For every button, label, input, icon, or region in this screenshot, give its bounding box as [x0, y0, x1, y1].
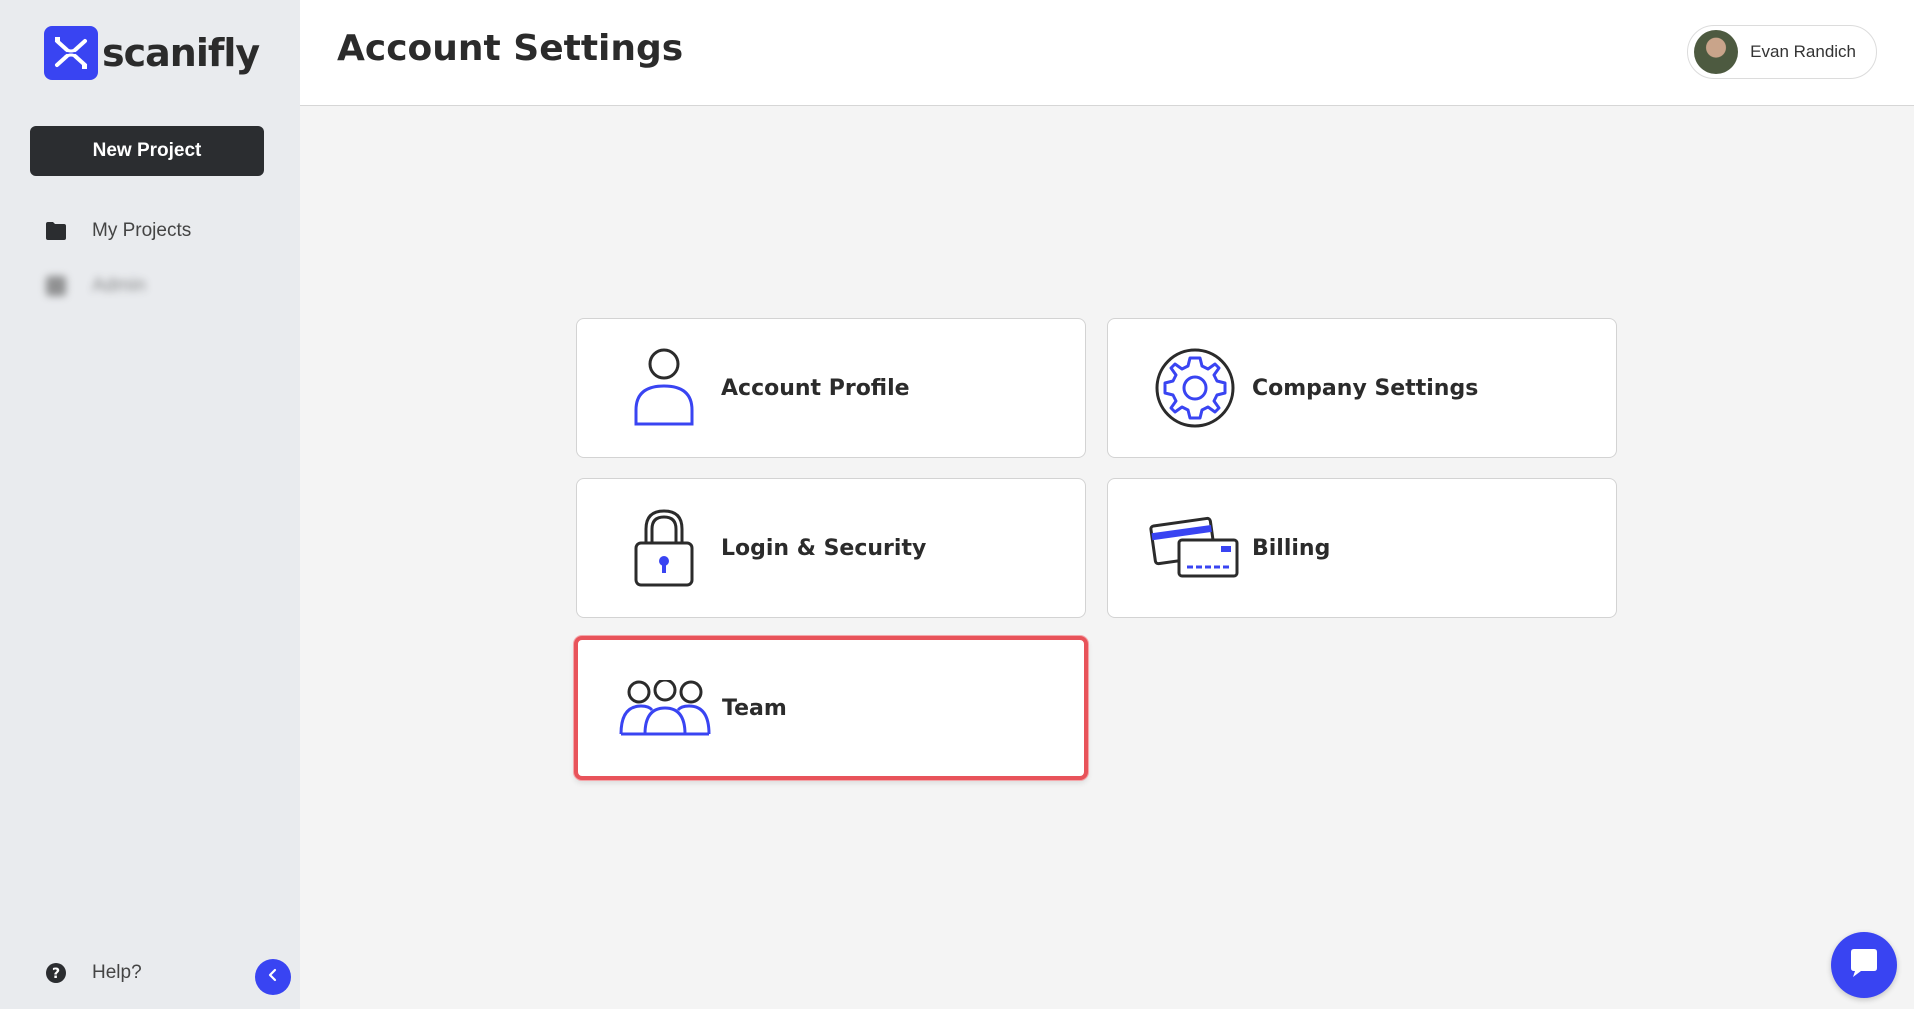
page-title: Account Settings — [337, 28, 684, 69]
login-security-card[interactable]: Login & Security — [576, 478, 1086, 618]
new-project-button[interactable]: New Project — [30, 126, 264, 176]
team-icon — [618, 680, 712, 736]
user-name: Evan Randich — [1750, 42, 1856, 61]
account-profile-card[interactable]: Account Profile — [576, 318, 1086, 458]
card-label: Account Profile — [721, 375, 910, 401]
help-label: Help? — [92, 962, 142, 983]
card-label: Billing — [1252, 535, 1331, 561]
gear-icon — [1148, 348, 1242, 428]
chevron-left-icon — [265, 967, 281, 988]
avatar — [1694, 30, 1739, 74]
user-icon — [617, 348, 711, 428]
header: Account Settings Evan Randich — [300, 0, 1914, 106]
folder-icon — [44, 219, 68, 243]
billing-card[interactable]: Billing — [1107, 478, 1617, 618]
sidebar-item-my-projects[interactable]: My Projects — [44, 219, 191, 243]
card-label: Login & Security — [721, 535, 927, 561]
svg-text:?: ? — [52, 966, 60, 982]
user-menu[interactable]: Evan Randich — [1687, 25, 1877, 79]
sidebar: scanifly New Project My Projects Admin ?… — [0, 0, 300, 1009]
help-icon: ? — [44, 961, 68, 985]
scanifly-logo-icon — [44, 26, 98, 80]
sidebar-item-admin[interactable]: Admin — [44, 274, 146, 298]
lock-icon — [617, 507, 711, 589]
logo[interactable]: scanifly — [44, 26, 260, 80]
card-label: Team — [722, 695, 787, 721]
collapse-sidebar-button[interactable] — [255, 959, 291, 995]
card-label: Company Settings — [1252, 375, 1479, 401]
grid-icon — [44, 274, 68, 298]
chat-icon — [1847, 946, 1881, 985]
company-settings-card[interactable]: Company Settings — [1107, 318, 1617, 458]
sidebar-item-label: My Projects — [92, 220, 192, 241]
credit-card-icon — [1148, 516, 1242, 580]
help-link[interactable]: ? Help? — [44, 961, 142, 985]
logo-text: scanifly — [102, 31, 260, 75]
sidebar-item-label: Admin — [92, 275, 146, 296]
team-card[interactable]: Team — [574, 636, 1088, 780]
chat-widget-button[interactable] — [1831, 932, 1897, 998]
app-root: scanifly New Project My Projects Admin ?… — [0, 0, 1914, 1009]
